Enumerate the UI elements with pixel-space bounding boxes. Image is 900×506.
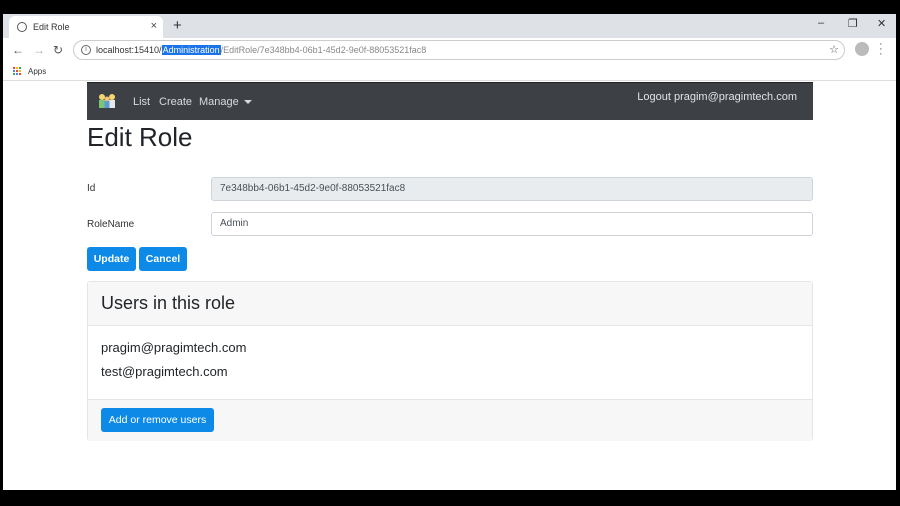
new-tab-button[interactable]: + (173, 17, 182, 34)
brand-logo-icon[interactable] (97, 91, 117, 111)
logout-link[interactable]: Logout pragim@pragimtech.com (637, 91, 797, 103)
add-remove-users-button[interactable]: Add or remove users (101, 408, 214, 432)
back-arrow-icon[interactable]: ← (12, 43, 24, 57)
page-title: Edit Role (87, 122, 193, 152)
user-email: test@pragimtech.com (101, 364, 228, 379)
reload-icon[interactable]: ↻ (53, 43, 63, 57)
tab-title: Edit Role (33, 22, 70, 32)
nav-create-link[interactable]: Create (159, 96, 192, 108)
browser-toolbar: ← → ↻ i localhost:15410/Administration/E… (3, 38, 896, 63)
bookmark-star-icon[interactable]: ☆ (829, 43, 839, 56)
users-card: Users in this role pragim@pragimtech.com… (87, 281, 813, 441)
id-label: Id (87, 183, 96, 194)
maximize-button[interactable]: ❐ (848, 17, 858, 30)
minimize-button[interactable]: – (818, 17, 824, 29)
nav-manage-dropdown[interactable]: Manage (199, 96, 252, 108)
site-navbar: List Create Manage Logout pragim@pragimt… (87, 82, 813, 120)
bottom-black-bar (0, 490, 900, 506)
users-card-header: Users in this role (88, 282, 812, 326)
rolename-label: RoleName (87, 219, 135, 230)
browser-tab[interactable]: Edit Role × (9, 16, 163, 38)
browser-window: Edit Role × + – ❐ ✕ ← → ↻ i localhost:15… (3, 14, 896, 490)
browser-menu-icon[interactable]: · · · (879, 39, 883, 60)
id-field[interactable]: 7e348bb4-06b1-45d2-9e0f-88053521fac8 (211, 177, 813, 201)
nav-list-link[interactable]: List (133, 96, 150, 108)
update-button[interactable]: Update (87, 247, 136, 271)
tab-strip: Edit Role × + – ❐ ✕ (3, 14, 896, 38)
bookmarks-bar: Apps (3, 63, 896, 81)
users-card-footer: Add or remove users (88, 399, 812, 441)
profile-avatar-icon[interactable] (855, 42, 869, 56)
rolename-field[interactable]: Admin (211, 212, 813, 236)
address-bar[interactable]: i localhost:15410/Administration/EditRol… (73, 40, 845, 60)
tab-close-icon[interactable]: × (151, 20, 157, 32)
apps-bookmark[interactable]: Apps (28, 67, 46, 76)
url-text: localhost:15410/Administration/EditRole/… (96, 45, 427, 55)
info-icon[interactable]: i (81, 45, 91, 55)
cancel-button[interactable]: Cancel (139, 247, 187, 271)
globe-icon (17, 22, 27, 32)
caret-down-icon (243, 100, 252, 105)
forward-arrow-icon[interactable]: → (33, 43, 45, 57)
user-email: pragim@pragimtech.com (101, 340, 247, 355)
url-selected-segment: Administration (161, 45, 221, 55)
apps-grid-icon[interactable] (13, 67, 22, 76)
page-content: List Create Manage Logout pragim@pragimt… (3, 82, 896, 490)
close-window-button[interactable]: ✕ (877, 17, 886, 30)
users-card-title: Users in this role (101, 293, 236, 313)
